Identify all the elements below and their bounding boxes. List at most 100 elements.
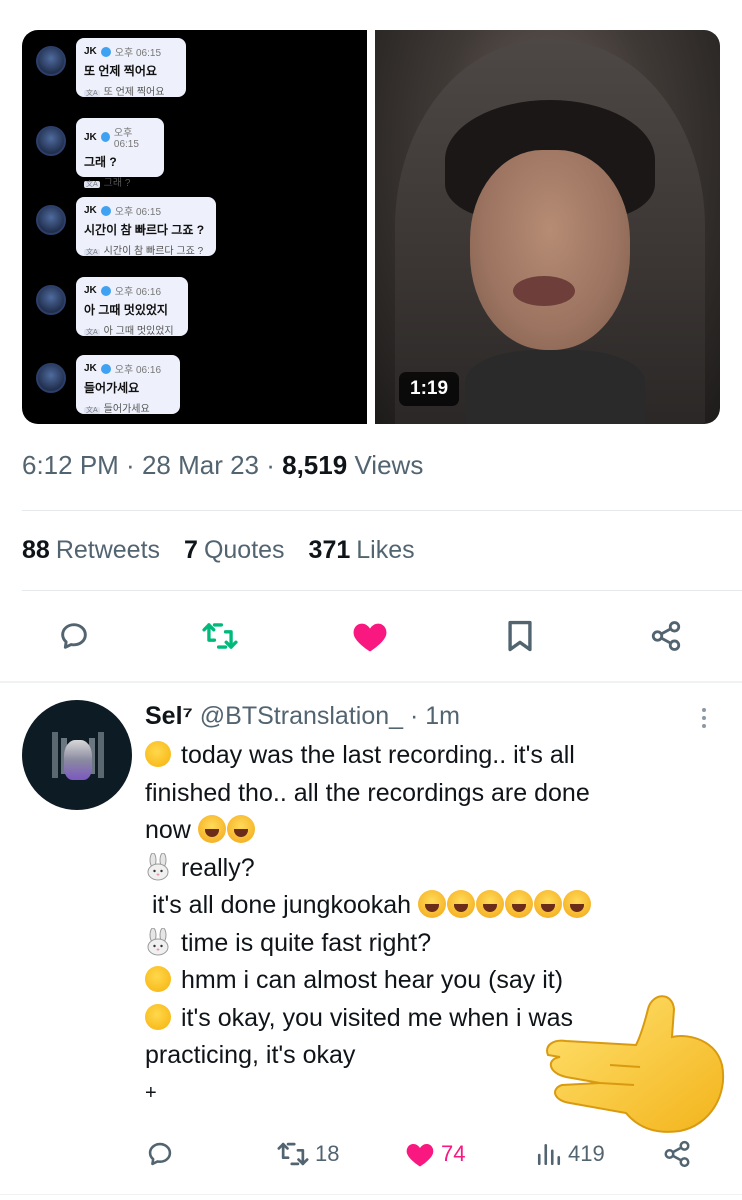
reply-line: today was the last recording.. it's all	[145, 737, 705, 775]
laughing-emoji-icon	[197, 815, 226, 843]
chat-text: 들어가세요	[84, 381, 140, 395]
pointing-hand-emoji-icon	[546, 995, 725, 1133]
retweet-button[interactable]	[196, 612, 244, 660]
chat-message: JK 오후 06:15 시간이 참 빠르다 그죠 ? 시간이 참 빠르다 그죠 ?	[36, 197, 216, 257]
chick-emoji-icon	[145, 741, 171, 767]
bookmark-icon	[508, 620, 532, 652]
chat-bubble: JK 오후 06:15 또 언제 찍어요 또 언제 찍어요	[76, 38, 186, 98]
chat-time: 오후 06:16	[114, 365, 161, 376]
chat-sender: JK	[84, 205, 97, 216]
meta-separator: ·	[118, 450, 142, 480]
tweet-action-bar	[0, 612, 742, 660]
reply-time[interactable]: · 1m	[410, 702, 460, 730]
meta-separator: ·	[259, 450, 283, 480]
tweet-time[interactable]: 6:12 PM	[22, 450, 119, 480]
reply-line: it's all done jungkookah	[145, 887, 705, 925]
reply-line-text: really?	[181, 853, 255, 882]
more-icon[interactable]	[696, 706, 712, 730]
chat-screenshot-image[interactable]: JK 오후 06:15 또 언제 찍어요 또 언제 찍어요 JK 오후 06:15 …	[22, 30, 367, 424]
tweet-media[interactable]: JK 오후 06:15 또 언제 찍어요 또 언제 찍어요 JK 오후 06:15 …	[22, 30, 720, 424]
chat-message: JK 오후 06:16 아 그때 멋있었지 아 그때 멋있었지	[36, 277, 188, 337]
chat-avatar	[36, 363, 66, 393]
verified-icon	[100, 132, 110, 142]
reply-reply-button[interactable]	[146, 1134, 174, 1174]
video-duration-badge: 1:19	[399, 372, 460, 406]
chat-time: 오후 06:15	[114, 48, 161, 59]
chat-sender: JK	[84, 131, 97, 143]
chat-message: JK 오후 06:16 들어가세요 들어가세요	[36, 355, 180, 415]
reply-line: really?	[145, 850, 705, 888]
video-person-shirt	[465, 350, 645, 424]
retweets-count: 88	[22, 536, 50, 564]
retweets-label: Retweets	[55, 536, 161, 564]
chat-translation: 시간이 참 빠르다 그죠 ?	[84, 242, 208, 257]
avatar-figure	[64, 740, 92, 780]
likes-stat[interactable]: 371 Likes	[309, 536, 415, 565]
like-button[interactable]	[346, 612, 394, 660]
chat-message: JK 오후 06:15 그래 ? 그래 ?	[36, 118, 164, 189]
laughing-emoji-icon	[418, 890, 447, 918]
chat-time: 오후 06:15	[113, 128, 139, 150]
reply-share-button[interactable]	[662, 1134, 692, 1174]
likes-count: 371	[308, 536, 351, 564]
video-person-mouth	[513, 276, 575, 306]
verified-icon	[100, 363, 111, 374]
chat-translation: 들어가세요	[84, 400, 172, 415]
reply-views-button[interactable]: 419	[536, 1134, 605, 1174]
display-name[interactable]: Sel⁷	[145, 702, 193, 730]
chat-sender: JK	[84, 46, 97, 57]
chat-translation: 또 언제 찍어요	[84, 83, 178, 98]
tweet-stats: 88 Retweets 7 Quotes 371 Likes	[22, 536, 415, 565]
share-icon	[664, 1140, 690, 1168]
bookmark-button[interactable]	[496, 612, 544, 660]
reply-button[interactable]	[50, 612, 98, 660]
reply-header: Sel⁷ @BTStranslation_ · 1m	[145, 702, 705, 731]
chick-emoji-icon	[145, 1003, 171, 1030]
divider	[0, 681, 742, 683]
reply-line-text: it's okay, you visited me when i was	[181, 1003, 573, 1032]
chat-time: 오후 06:15	[114, 207, 161, 218]
laughing-emoji-icon	[476, 890, 505, 918]
reply-line: now	[145, 812, 705, 850]
views-label: Views	[354, 450, 424, 480]
chat-text: 그래 ?	[84, 155, 117, 169]
chat-avatar	[36, 285, 66, 315]
tweet-date[interactable]: 28 Mar 23	[142, 450, 259, 480]
rabbit-emoji-icon	[147, 927, 169, 955]
laughing-emoji-icon	[447, 890, 476, 918]
tweet-timestamp-line: 6:12 PM · 28 Mar 23 · 8,519 Views	[22, 450, 423, 481]
verified-icon	[100, 205, 111, 216]
laughing-emoji-icon	[534, 890, 563, 918]
share-button[interactable]	[642, 612, 690, 660]
reply-like-count: 74	[441, 1141, 466, 1166]
chat-avatar	[36, 205, 66, 235]
user-handle[interactable]: @BTStranslation_	[200, 702, 403, 730]
retweets-stat[interactable]: 88 Retweets	[22, 536, 160, 565]
rabbit-emoji-icon	[147, 852, 169, 880]
avatar[interactable]	[22, 700, 132, 810]
reply-line-text: time is quite fast right?	[181, 928, 432, 957]
reply-like-button[interactable]: 74	[405, 1134, 465, 1174]
laughing-emoji-icon	[505, 890, 534, 918]
chat-bubble: JK 오후 06:16 아 그때 멋있었지 아 그때 멋있었지	[76, 277, 188, 337]
quotes-count: 7	[184, 536, 198, 564]
chat-bubble: JK 오후 06:15 그래 ? 그래 ?	[76, 118, 164, 189]
reply-retweet-button[interactable]: 18	[277, 1134, 339, 1174]
video-thumbnail[interactable]: 1:19	[375, 30, 720, 424]
verified-icon	[100, 285, 111, 296]
retweet-icon	[277, 1142, 309, 1166]
divider	[22, 590, 742, 591]
chat-avatar	[36, 46, 66, 76]
views-count: 8,519	[282, 450, 348, 480]
quotes-stat[interactable]: 7 Quotes	[184, 536, 285, 565]
reply-line-text: today was the last recording.. it's all	[181, 741, 575, 769]
reply-views-count: 419	[568, 1141, 605, 1166]
chat-translation: 그래 ?	[84, 174, 156, 189]
laughing-emoji-icon	[563, 890, 592, 918]
chick-emoji-icon	[145, 966, 171, 992]
quotes-label: Quotes	[203, 536, 285, 564]
chat-time: 오후 06:16	[114, 287, 161, 298]
divider	[22, 510, 742, 511]
heart-icon	[353, 623, 387, 652]
chat-avatar	[36, 126, 66, 156]
